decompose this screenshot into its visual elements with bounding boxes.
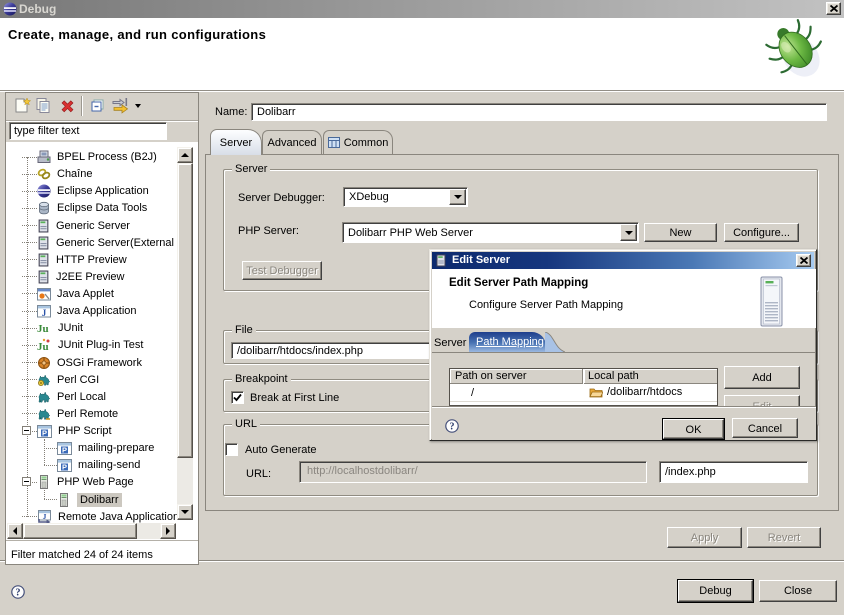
svg-text:Ju: Ju [37,323,49,335]
svg-text:Ju: Ju [37,341,49,352]
